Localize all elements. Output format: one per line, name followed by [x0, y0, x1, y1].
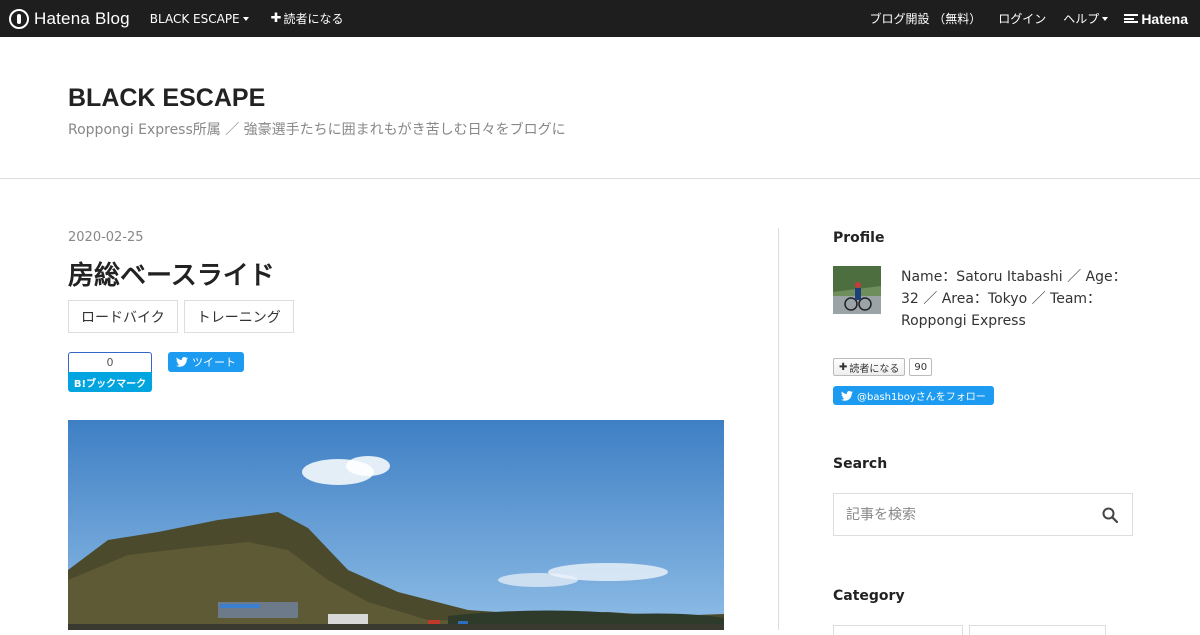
help-dropdown[interactable]: ヘルプ — [1063, 10, 1109, 27]
entry-date[interactable]: 2020-02-25 — [68, 230, 144, 245]
bookmark-label: B!ブックマーク — [68, 372, 152, 392]
tweet-button[interactable]: ツイート — [168, 352, 244, 372]
share-buttons: 0 B!ブックマーク ツイート — [68, 352, 244, 392]
blog-title[interactable]: BLACK ESCAPE — [68, 84, 265, 113]
hatena-logo-text: Hatena — [1141, 10, 1188, 27]
follow-label: @bash1boyさんをフォロー — [857, 392, 986, 403]
caret-down-icon — [242, 16, 249, 21]
subscribe-button[interactable]: ✚ 読者になる — [833, 358, 906, 376]
subscribe-button-label: 読者になる — [849, 363, 900, 375]
help-label: ヘルプ — [1063, 12, 1100, 26]
twitter-follow-button[interactable]: @bash1boyさんをフォロー — [833, 386, 994, 405]
avatar[interactable] — [833, 266, 881, 314]
cyclist-avatar-image — [833, 266, 881, 314]
subscribe-widget: ✚ 読者になる 90 — [833, 358, 933, 376]
hatena-blog-logo[interactable]: Hatena Blog — [9, 8, 130, 29]
entry-categories: ロードバイク トレーニング — [68, 300, 300, 333]
category-heading: Category — [833, 588, 905, 604]
header-left: Hatena Blog BLACK ESCAPE ✚ 読者になる — [9, 0, 366, 37]
search-form — [833, 493, 1133, 536]
logo-text: Hatena Blog — [34, 8, 130, 28]
tweet-label: ツイート — [192, 356, 236, 369]
blog-menu-label: BLACK ESCAPE — [149, 11, 240, 26]
blog-header: BLACK ESCAPE Roppongi Express所属 ／ 強豪選手たち… — [0, 37, 1200, 179]
twitter-bird-icon — [176, 357, 188, 367]
entry-title[interactable]: 房総ベースライド — [68, 255, 275, 292]
twitter-bird-icon — [841, 390, 853, 401]
plus-icon: ✚ — [270, 11, 282, 26]
login-link[interactable]: ログイン — [998, 10, 1046, 27]
search-input[interactable] — [834, 494, 1084, 535]
blog-description: Roppongi Express所属 ／ 強豪選手たちに囲まれもがき苦しむ日々を… — [68, 122, 566, 138]
column-divider — [778, 228, 779, 630]
subscribe-link-label: 読者になる — [283, 12, 344, 26]
entry-hero-image[interactable] — [68, 420, 724, 630]
hatena-logo[interactable]: Hatena — [1124, 11, 1188, 27]
category-item[interactable] — [969, 625, 1106, 635]
category-tag[interactable]: ロードバイク — [68, 300, 178, 333]
bookmark-count: 0 — [68, 352, 152, 372]
caret-down-icon — [1102, 16, 1109, 21]
header-right: ブログ開設 （無料） ログイン ヘルプ Hatena — [852, 0, 1188, 37]
global-header: Hatena Blog BLACK ESCAPE ✚ 読者になる ブログ開設 （… — [0, 0, 1200, 37]
open-blog-link[interactable]: ブログ開設 （無料） — [869, 10, 981, 27]
category-tag[interactable]: トレーニング — [183, 300, 294, 333]
subscribe-link[interactable]: ✚ 読者になる — [271, 10, 344, 27]
hatena-bookmark-button[interactable]: 0 B!ブックマーク — [68, 352, 152, 392]
category-item[interactable] — [833, 625, 963, 635]
subscriber-count[interactable]: 90 — [909, 358, 933, 376]
hatena-blog-logo-icon — [9, 8, 29, 29]
hatena-logo-icon — [1124, 14, 1139, 23]
plus-icon: ✚ — [839, 361, 848, 373]
profile-heading: Profile — [833, 230, 885, 246]
landscape-photo — [68, 420, 724, 630]
profile-text: Name：Satoru Itabashi ／ Age：32 ／ Area：Tok… — [901, 269, 1127, 329]
search-heading: Search — [833, 456, 888, 472]
blog-menu-dropdown[interactable]: BLACK ESCAPE — [150, 12, 249, 26]
search-icon[interactable] — [1102, 507, 1118, 523]
